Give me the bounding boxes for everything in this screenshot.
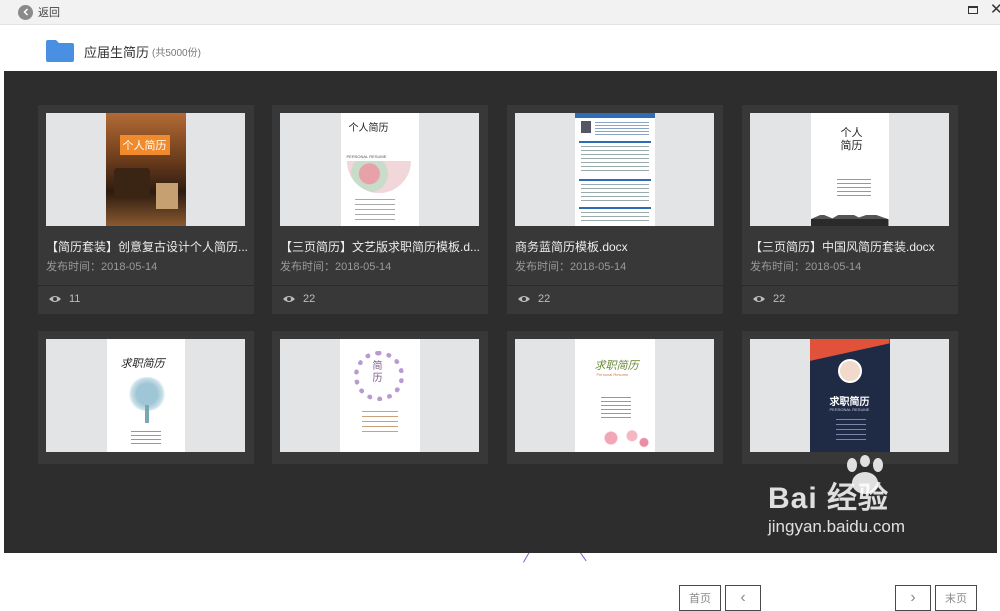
resume-preview-landscape <box>810 210 889 226</box>
resume-preview-lines <box>836 179 871 199</box>
last-page-button[interactable]: 末页 <box>935 585 977 611</box>
card-thumbnail: 求职简历 Personal Resume <box>515 339 714 452</box>
resume-preview-title: 求职简历 <box>594 360 639 372</box>
view-count: 22 <box>538 293 551 305</box>
resume-preview-lines <box>361 411 398 433</box>
resume-preview-lines <box>354 199 395 221</box>
resume-preview-header <box>574 113 655 118</box>
eye-icon <box>518 296 530 302</box>
resume-preview-title: 个人简历 <box>348 123 389 134</box>
resume-preview-title: 个人简历 <box>840 127 863 152</box>
template-card[interactable]: 个人简历 PERSONAL RESUME 【三页简历】文艺版求职简历模板.d..… <box>272 105 488 314</box>
card-title: 【简历套装】创意复古设计个人简历... <box>46 240 249 254</box>
card-date: 发布时间：2018-05-14 <box>46 261 158 273</box>
eye-icon <box>753 296 765 302</box>
back-label: 返回 <box>38 7 60 19</box>
resume-preview: 个人简历 <box>105 113 186 226</box>
card-title: 【三页简历】文艺版求职简历模板.d... <box>280 240 481 254</box>
resume-preview-subtitle: Personal Resume <box>596 372 629 377</box>
resume-preview: 求职简历 PERSONAL RESUME <box>809 339 890 452</box>
template-card[interactable]: 简历 <box>272 331 488 464</box>
view-count: 22 <box>303 293 316 305</box>
resume-preview-lines <box>130 431 161 445</box>
resume-preview-flowers <box>346 161 411 193</box>
card-date: 发布时间：2018-05-14 <box>280 261 392 273</box>
card-thumbnail: 求职简历 <box>46 339 245 452</box>
card-date: 发布时间：2018-05-14 <box>515 261 627 273</box>
template-card[interactable]: 求职简历 Personal Resume <box>507 331 723 464</box>
close-icon[interactable]: ✕ <box>990 1 1000 19</box>
first-page-button[interactable]: 首页 <box>679 585 721 611</box>
resume-preview-lines <box>580 146 649 174</box>
resume-preview: 个人简历 PERSONAL RESUME <box>340 113 419 226</box>
card-views: 22 <box>517 293 550 305</box>
resume-preview-section <box>578 207 651 209</box>
resume-preview-lines <box>580 212 649 224</box>
resume-preview-photo <box>580 121 591 133</box>
card-divider <box>507 285 723 286</box>
next-page-button[interactable]: › <box>895 585 931 611</box>
resume-preview-section <box>578 179 651 181</box>
card-thumbnail: 个人简历 <box>46 113 245 226</box>
resume-preview-lines <box>835 419 866 443</box>
background-line <box>580 552 587 562</box>
card-title: 商务蓝简历模板.docx <box>515 240 628 254</box>
back-button[interactable]: 返回 <box>18 4 60 20</box>
card-views: 11 <box>48 293 80 305</box>
resume-preview-banner <box>809 339 890 361</box>
top-bar: 返回 ✕ <box>0 0 1000 25</box>
resume-preview: 求职简历 <box>106 339 185 452</box>
resume-preview-subtitle: PERSONAL RESUME <box>346 154 387 159</box>
folder-name: 应届生简历 <box>84 45 150 60</box>
card-thumbnail: 个人简历 PERSONAL RESUME <box>280 113 479 226</box>
resume-preview-title: 简历 <box>372 361 383 384</box>
resume-preview-title: 求职简历 <box>829 397 870 408</box>
maximize-icon[interactable] <box>968 6 978 14</box>
card-views: 22 <box>752 293 785 305</box>
resume-preview <box>574 113 655 226</box>
back-arrow-icon <box>18 4 33 20</box>
resume-preview-lines <box>600 397 631 421</box>
template-card[interactable]: 商务蓝简历模板.docx 发布时间：2018-05-14 22 <box>507 105 723 314</box>
folder-count: (共5000份) <box>152 48 201 59</box>
card-views: 22 <box>282 293 315 305</box>
resume-preview: 求职简历 Personal Resume <box>574 339 655 452</box>
watermark-url: jingyan.baidu.com <box>768 517 906 536</box>
eye-icon <box>283 296 295 302</box>
template-card[interactable]: 求职简历 <box>38 331 254 464</box>
prev-page-button[interactable]: ‹ <box>725 585 761 611</box>
resume-preview-decor <box>155 183 178 209</box>
resume-preview: 简历 <box>339 339 420 452</box>
resume-preview-subtitle: PERSONAL RESUME <box>829 407 870 412</box>
resume-preview-trunk <box>144 405 149 423</box>
folder-icon <box>46 40 74 62</box>
card-thumbnail <box>515 113 714 226</box>
view-count: 22 <box>773 293 786 305</box>
resume-preview-section <box>578 141 651 143</box>
template-card[interactable]: 求职简历 PERSONAL RESUME <box>742 331 958 464</box>
resume-preview-photo <box>837 359 862 383</box>
resume-preview-title: 个人简历 <box>119 135 170 155</box>
watermark-brand: Bai 经验 <box>768 482 890 515</box>
resume-preview: 个人简历 <box>810 113 889 226</box>
card-thumbnail: 简历 <box>280 339 479 452</box>
view-count: 11 <box>69 293 81 305</box>
card-date: 发布时间：2018-05-14 <box>750 261 862 273</box>
resume-preview-decor <box>113 168 150 198</box>
eye-icon <box>49 296 61 302</box>
card-thumbnail: 求职简历 PERSONAL RESUME <box>750 339 949 452</box>
resume-preview-lines <box>594 122 649 136</box>
template-card[interactable]: 个人简历 【简历套装】创意复古设计个人简历... 发布时间：2018-05-14… <box>38 105 254 314</box>
watermark: Bai 经验 jingyan.baidu.com <box>768 455 993 545</box>
card-divider <box>38 285 254 286</box>
card-divider <box>742 285 958 286</box>
card-divider <box>272 285 488 286</box>
card-thumbnail: 个人简历 <box>750 113 949 226</box>
resume-preview-title: 求职简历 <box>120 358 165 370</box>
card-title: 【三页简历】中国风简历套装.docx <box>750 240 935 254</box>
resume-preview-lines <box>580 184 649 202</box>
template-card[interactable]: 个人简历 【三页简历】中国风简历套装.docx 发布时间：2018-05-14 … <box>742 105 958 314</box>
folder-header: 应届生简历 (共5000份) <box>4 25 1000 71</box>
resume-preview-flowers <box>592 427 653 449</box>
